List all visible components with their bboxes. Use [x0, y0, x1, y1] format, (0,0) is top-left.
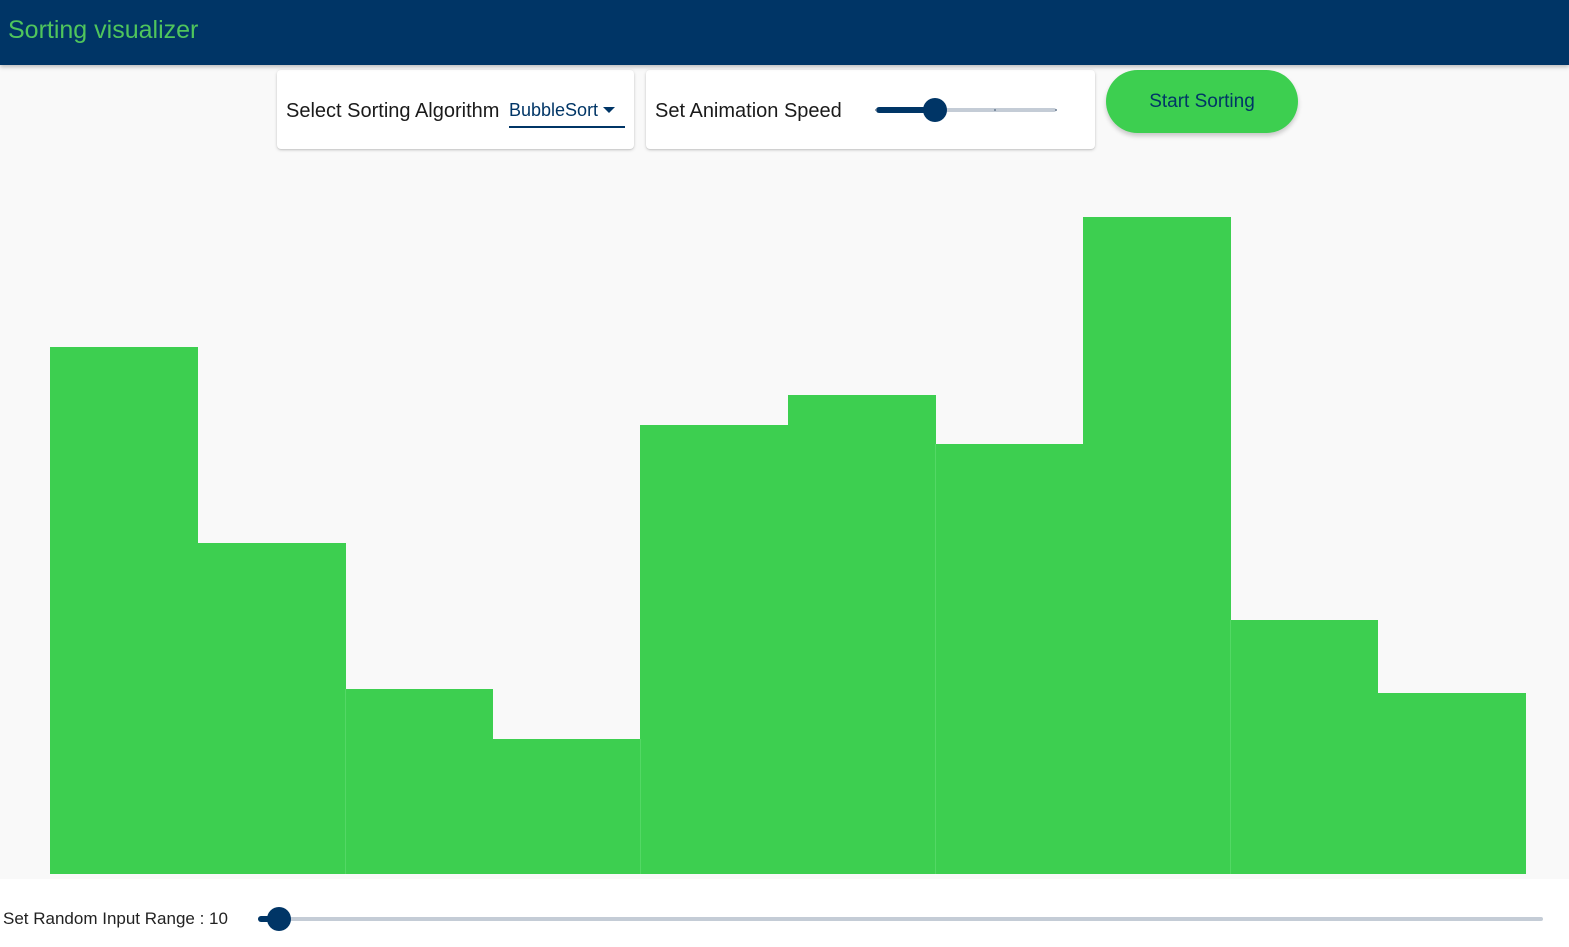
- app-bar: Sorting visualizer: [0, 0, 1569, 65]
- input-range-value: 10: [209, 909, 228, 928]
- array-bar: [197, 543, 346, 874]
- bar-separator: [640, 739, 641, 874]
- algorithm-select-value: BubbleSort: [509, 100, 599, 120]
- bar-separator: [1230, 620, 1231, 874]
- bottom-bar: Set Random Input Range : 10: [0, 879, 1569, 947]
- input-range-label-prefix: Set Random Input Range :: [3, 909, 210, 928]
- array-bar: [345, 689, 493, 874]
- caret-down-icon: [603, 107, 615, 113]
- input-range-slider[interactable]: [258, 907, 1543, 931]
- array-bar: [935, 444, 1083, 874]
- array-bar: [492, 739, 641, 874]
- array-bar: [1377, 693, 1526, 874]
- speed-slider[interactable]: [875, 98, 1057, 122]
- algorithm-label: Select Sorting Algorithm: [286, 100, 500, 122]
- algorithm-select[interactable]: BubbleSort: [509, 96, 625, 128]
- array-bar: [787, 395, 936, 874]
- speed-card: Set Animation Speed: [646, 70, 1095, 149]
- input-range-slider-thumb[interactable]: [266, 907, 291, 931]
- speed-label: Set Animation Speed: [655, 100, 842, 122]
- speed-slider-mark: [875, 109, 877, 111]
- input-range-slider-rail: [258, 917, 1543, 921]
- array-bar: [50, 347, 198, 874]
- bars-area: [50, 150, 1526, 874]
- start-sorting-button[interactable]: Start Sorting: [1106, 70, 1298, 133]
- array-bar: [1230, 620, 1378, 874]
- input-range-label: Set Random Input Range : 10: [3, 909, 228, 929]
- app-title: Sorting visualizer: [8, 16, 199, 44]
- bar-separator: [345, 689, 346, 874]
- speed-slider-thumb[interactable]: [923, 98, 948, 122]
- bar-separator: [935, 444, 936, 874]
- array-bar: [1082, 217, 1231, 874]
- algorithm-card: Select Sorting Algorithm BubbleSort: [277, 70, 634, 149]
- speed-slider-mark: [1055, 109, 1057, 111]
- speed-slider-mark: [993, 109, 996, 111]
- array-bar: [640, 425, 788, 874]
